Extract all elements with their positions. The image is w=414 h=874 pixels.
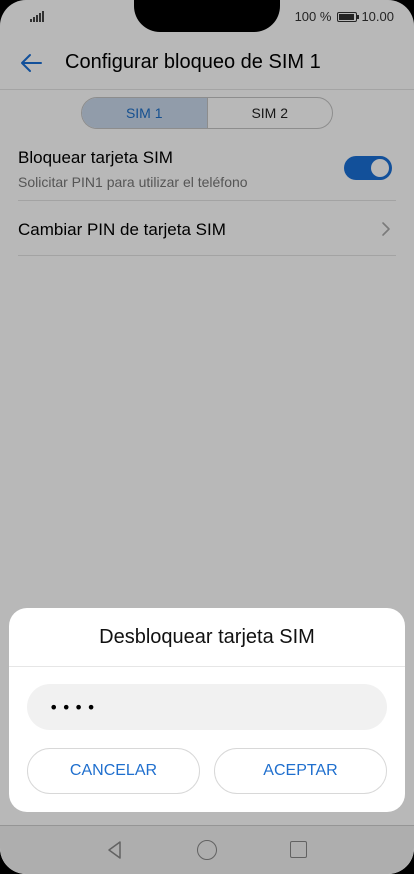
accept-button[interactable]: ACEPTAR: [214, 748, 387, 794]
unlock-sim-dialog: Desbloquear tarjeta SIM CANCELAR ACEPTAR: [9, 608, 405, 812]
dialog-divider: [9, 666, 405, 667]
cancel-button[interactable]: CANCELAR: [27, 748, 200, 794]
pin-input[interactable]: [27, 684, 387, 730]
dialog-title: Desbloquear tarjeta SIM: [99, 626, 315, 648]
phone-screen: 100 % 10.00 Configurar bloqueo de SIM 1 …: [0, 0, 414, 874]
